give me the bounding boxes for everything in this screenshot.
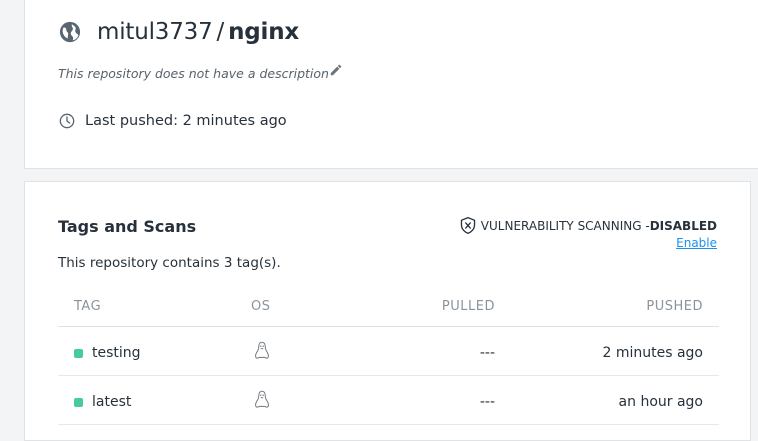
last-pushed-text: Last pushed: 2 minutes ago xyxy=(85,113,287,129)
vulnerability-scanning-status: VULNERABILITY SCANNING - DISABLED xyxy=(460,217,717,234)
pushed-value: 2 minutes ago xyxy=(602,345,703,361)
linux-icon xyxy=(255,390,269,408)
pulled-value: --- xyxy=(479,345,495,361)
shield-x-icon xyxy=(460,217,475,234)
clock-icon xyxy=(59,113,75,129)
enable-scanning-link[interactable]: Enable xyxy=(676,236,717,250)
column-header-pulled[interactable]: PULLED xyxy=(442,299,495,314)
repository-title: mitul3737/nginx xyxy=(59,19,299,45)
repository-owner[interactable]: mitul3737 xyxy=(97,19,213,45)
edit-pencil-icon[interactable] xyxy=(329,63,343,77)
tag-status-dot xyxy=(74,349,83,358)
column-header-pushed[interactable]: PUSHED xyxy=(646,299,703,314)
column-header-os[interactable]: OS xyxy=(251,299,270,314)
vulnerability-scanning-state: DISABLED xyxy=(649,218,717,233)
table-row[interactable]: latest --- an hour ago xyxy=(58,376,719,425)
globe-icon xyxy=(59,21,81,43)
repository-header-card: mitul3737/nginx This repository does not… xyxy=(24,0,758,169)
pulled-value: --- xyxy=(479,394,495,410)
section-title: Tags and Scans xyxy=(58,217,197,236)
tag-status-dot xyxy=(74,398,83,407)
tag-name[interactable]: latest xyxy=(92,394,131,410)
linux-icon xyxy=(255,341,269,359)
tag-name[interactable]: testing xyxy=(92,345,141,361)
repository-name: nginx xyxy=(228,19,300,45)
vulnerability-scanning-label: VULNERABILITY SCANNING - xyxy=(480,218,650,233)
tags-and-scans-card: Tags and Scans VULNERABILITY SCANNING - … xyxy=(24,181,751,441)
table-row[interactable]: testing --- 2 minutes ago xyxy=(58,327,719,376)
last-pushed-info: Last pushed: 2 minutes ago xyxy=(59,113,287,129)
title-separator: / xyxy=(216,19,225,45)
repository-description: This repository does not have a descript… xyxy=(58,66,329,81)
table-header: TAG OS PULLED PUSHED xyxy=(58,290,719,327)
tag-count-text: This repository contains 3 tag(s). xyxy=(58,255,281,271)
column-header-tag[interactable]: TAG xyxy=(74,299,101,314)
tags-table: TAG OS PULLED PUSHED testing --- 2 minut… xyxy=(58,290,719,425)
pushed-value: an hour ago xyxy=(618,394,703,410)
